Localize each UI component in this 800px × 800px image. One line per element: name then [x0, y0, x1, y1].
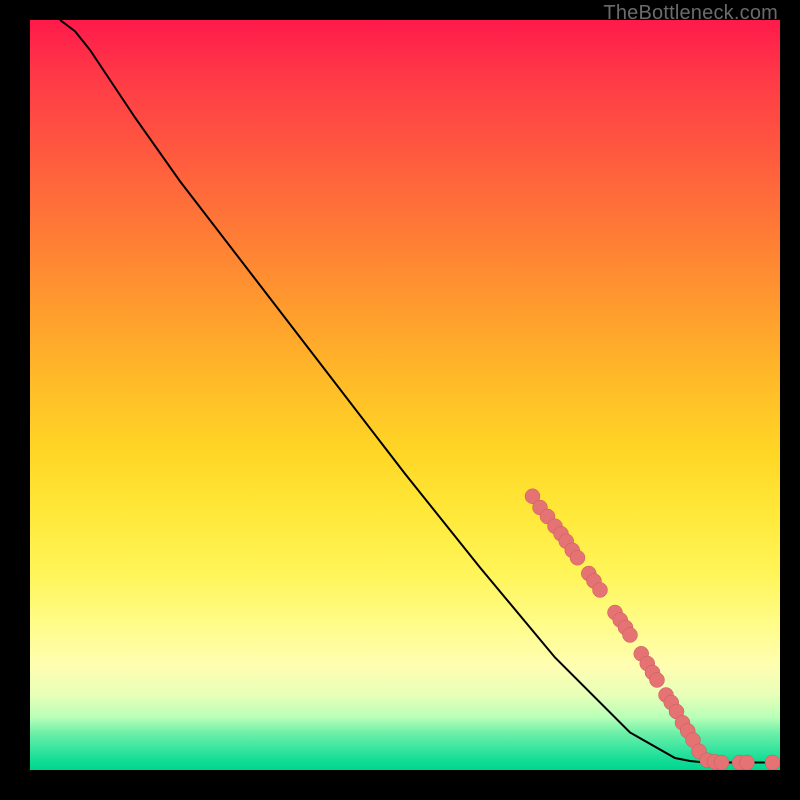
data-point [570, 550, 585, 565]
points-group [525, 489, 780, 770]
data-point [765, 755, 780, 770]
data-point [593, 583, 608, 598]
data-point [714, 755, 729, 770]
data-point [623, 628, 638, 643]
data-point [650, 673, 665, 688]
plot-area [30, 20, 780, 770]
chart-stage: TheBottleneck.com [0, 0, 800, 800]
chart-svg [30, 20, 780, 770]
data-point [740, 755, 755, 770]
curve-path [60, 20, 773, 763]
